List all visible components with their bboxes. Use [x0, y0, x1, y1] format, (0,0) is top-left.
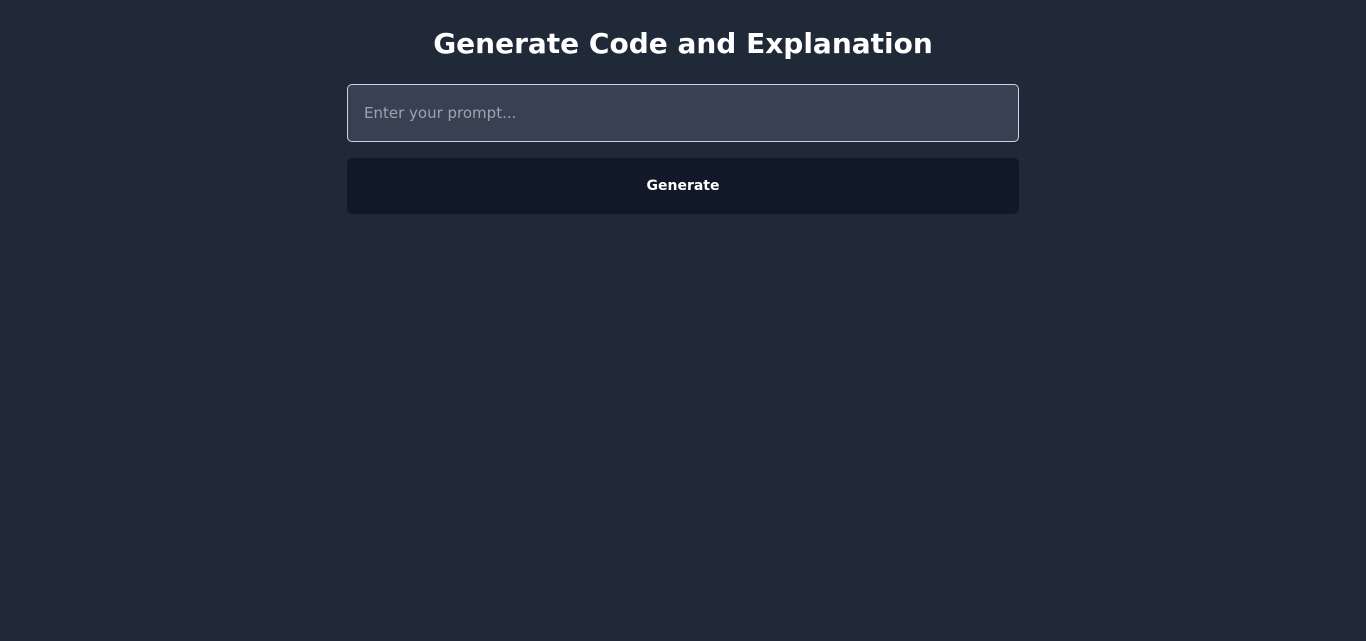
generate-button[interactable]: Generate	[347, 158, 1019, 214]
main-container: Generate Code and Explanation Generate	[347, 0, 1019, 214]
page-title: Generate Code and Explanation	[433, 27, 933, 60]
prompt-input[interactable]	[347, 84, 1019, 142]
page: Generate Code and Explanation Generate	[0, 0, 1366, 641]
